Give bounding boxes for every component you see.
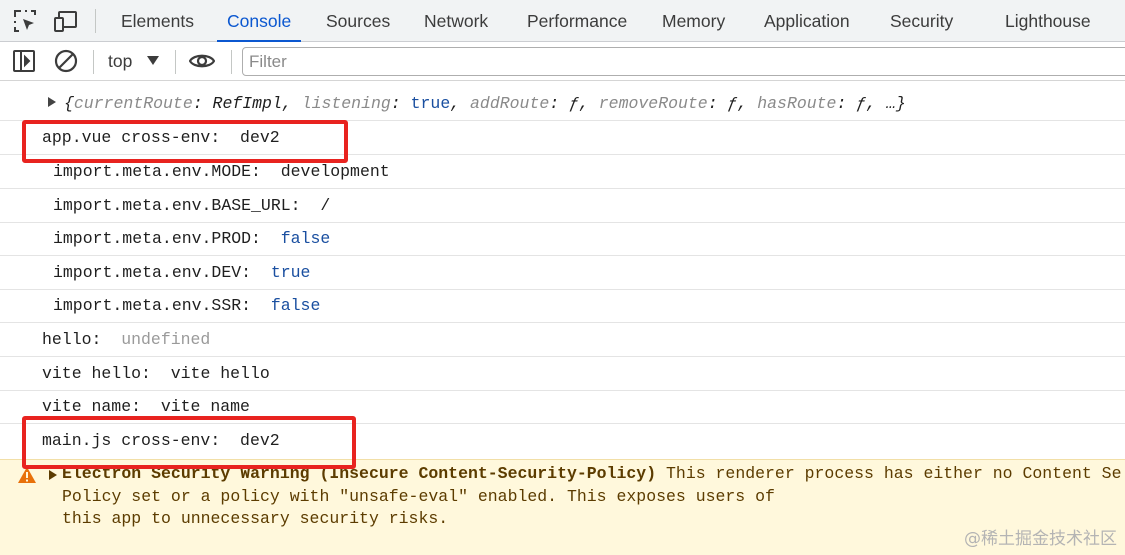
inspect-element-icon[interactable]: [12, 8, 38, 34]
log-row-env-base-url: import.meta.env.BASE_URL: /: [0, 189, 1125, 223]
log-label: import.meta.env.DEV:: [53, 263, 261, 282]
tab-performance[interactable]: Performance: [527, 0, 627, 42]
log-row-vite-hello: vite hello: vite hello: [0, 357, 1125, 391]
object-key: listening: [301, 94, 391, 113]
tab-security[interactable]: Security: [890, 0, 953, 42]
object-value: ƒ: [727, 94, 738, 113]
log-value: vite name: [160, 397, 250, 416]
object-brace: …}: [885, 94, 906, 113]
expand-arrow-icon[interactable]: [49, 470, 57, 480]
log-row-env-ssr: import.meta.env.SSR: false: [0, 289, 1125, 323]
watermark: @稀土掘金技术社区: [964, 529, 1117, 549]
log-value: dev2: [240, 431, 280, 450]
object-key: addRoute: [470, 94, 550, 113]
toolbar-separator: [95, 9, 96, 33]
log-row-hello: hello: undefined: [0, 323, 1125, 357]
log-row-env-mode: import.meta.env.MODE: development: [0, 155, 1125, 189]
filter-input[interactable]: [242, 47, 1125, 76]
log-label: import.meta.env.SSR:: [53, 296, 261, 315]
log-value: /: [320, 196, 331, 215]
sidebar-toggle-icon[interactable]: [11, 48, 37, 74]
security-warning-message[interactable]: Electron Security Warning (Insecure Cont…: [0, 459, 1125, 555]
tab-sources[interactable]: Sources: [326, 0, 390, 42]
log-label: app.vue cross-env:: [42, 128, 231, 147]
object-key: removeRoute: [598, 94, 708, 113]
log-value: development: [280, 162, 390, 181]
warning-title: Electron Security Warning (Insecure Cont…: [62, 464, 657, 483]
tab-elements[interactable]: Elements: [121, 0, 194, 42]
object-key: hasRoute: [757, 94, 837, 113]
log-value: vite hello: [170, 364, 270, 383]
log-row-vite-name: vite name: vite name: [0, 390, 1125, 424]
toolbar-separator: [93, 50, 94, 74]
log-label: vite hello:: [42, 364, 161, 383]
warning-text: This renderer process has either no Cont…: [656, 464, 1122, 483]
log-row-app-cross-env: app.vue cross-env: dev2: [0, 121, 1125, 155]
log-label: import.meta.env.PROD:: [53, 229, 271, 248]
chevron-down-icon[interactable]: [147, 56, 159, 65]
log-value: false: [280, 229, 331, 248]
context-selector[interactable]: top: [108, 42, 132, 81]
eye-icon[interactable]: [188, 48, 216, 74]
log-row-env-dev: import.meta.env.DEV: true: [0, 256, 1125, 290]
object-value: RefImpl: [212, 94, 282, 113]
tab-application[interactable]: Application: [764, 0, 850, 42]
object-value: ƒ: [856, 94, 867, 113]
log-row-env-prod: import.meta.env.PROD: false: [0, 222, 1125, 256]
tab-lighthouse[interactable]: Lighthouse: [1005, 0, 1091, 42]
object-brace: {: [64, 94, 74, 113]
object-key: currentRoute: [73, 94, 193, 113]
log-label: import.meta.env.MODE:: [53, 162, 271, 181]
tab-console[interactable]: Console: [216, 0, 302, 42]
log-label: main.js cross-env:: [42, 431, 231, 450]
devtools-tab-bar: Elements Console Sources Network Perform…: [0, 0, 1125, 42]
log-row-main-cross-env: main.js cross-env: dev2: [0, 424, 1125, 458]
log-label: hello:: [42, 330, 112, 349]
expand-arrow-icon[interactable]: [48, 97, 56, 107]
toolbar-separator: [175, 50, 176, 74]
log-label: vite name:: [42, 397, 151, 416]
warning-text: Policy set or a policy with "unsafe-eval…: [62, 487, 775, 506]
object-value: ƒ: [569, 94, 579, 113]
tab-memory[interactable]: Memory: [662, 0, 725, 42]
object-value: true: [410, 94, 451, 113]
log-label: import.meta.env.BASE_URL:: [53, 196, 311, 215]
warning-icon: [18, 467, 36, 483]
device-toolbar-icon[interactable]: [53, 8, 79, 34]
toolbar-separator: [231, 50, 232, 74]
log-value: undefined: [121, 330, 211, 349]
log-value: dev2: [240, 128, 280, 147]
clear-console-icon[interactable]: [53, 48, 79, 74]
log-value: false: [270, 296, 321, 315]
log-value: true: [270, 263, 311, 282]
console-toolbar: top: [0, 42, 1125, 81]
tab-network[interactable]: Network: [424, 0, 488, 42]
warning-text: this app to unnecessary security risks.: [62, 509, 449, 528]
log-row-router-object[interactable]: {currentRoute: RefImpl, listening: true,…: [0, 87, 1125, 121]
